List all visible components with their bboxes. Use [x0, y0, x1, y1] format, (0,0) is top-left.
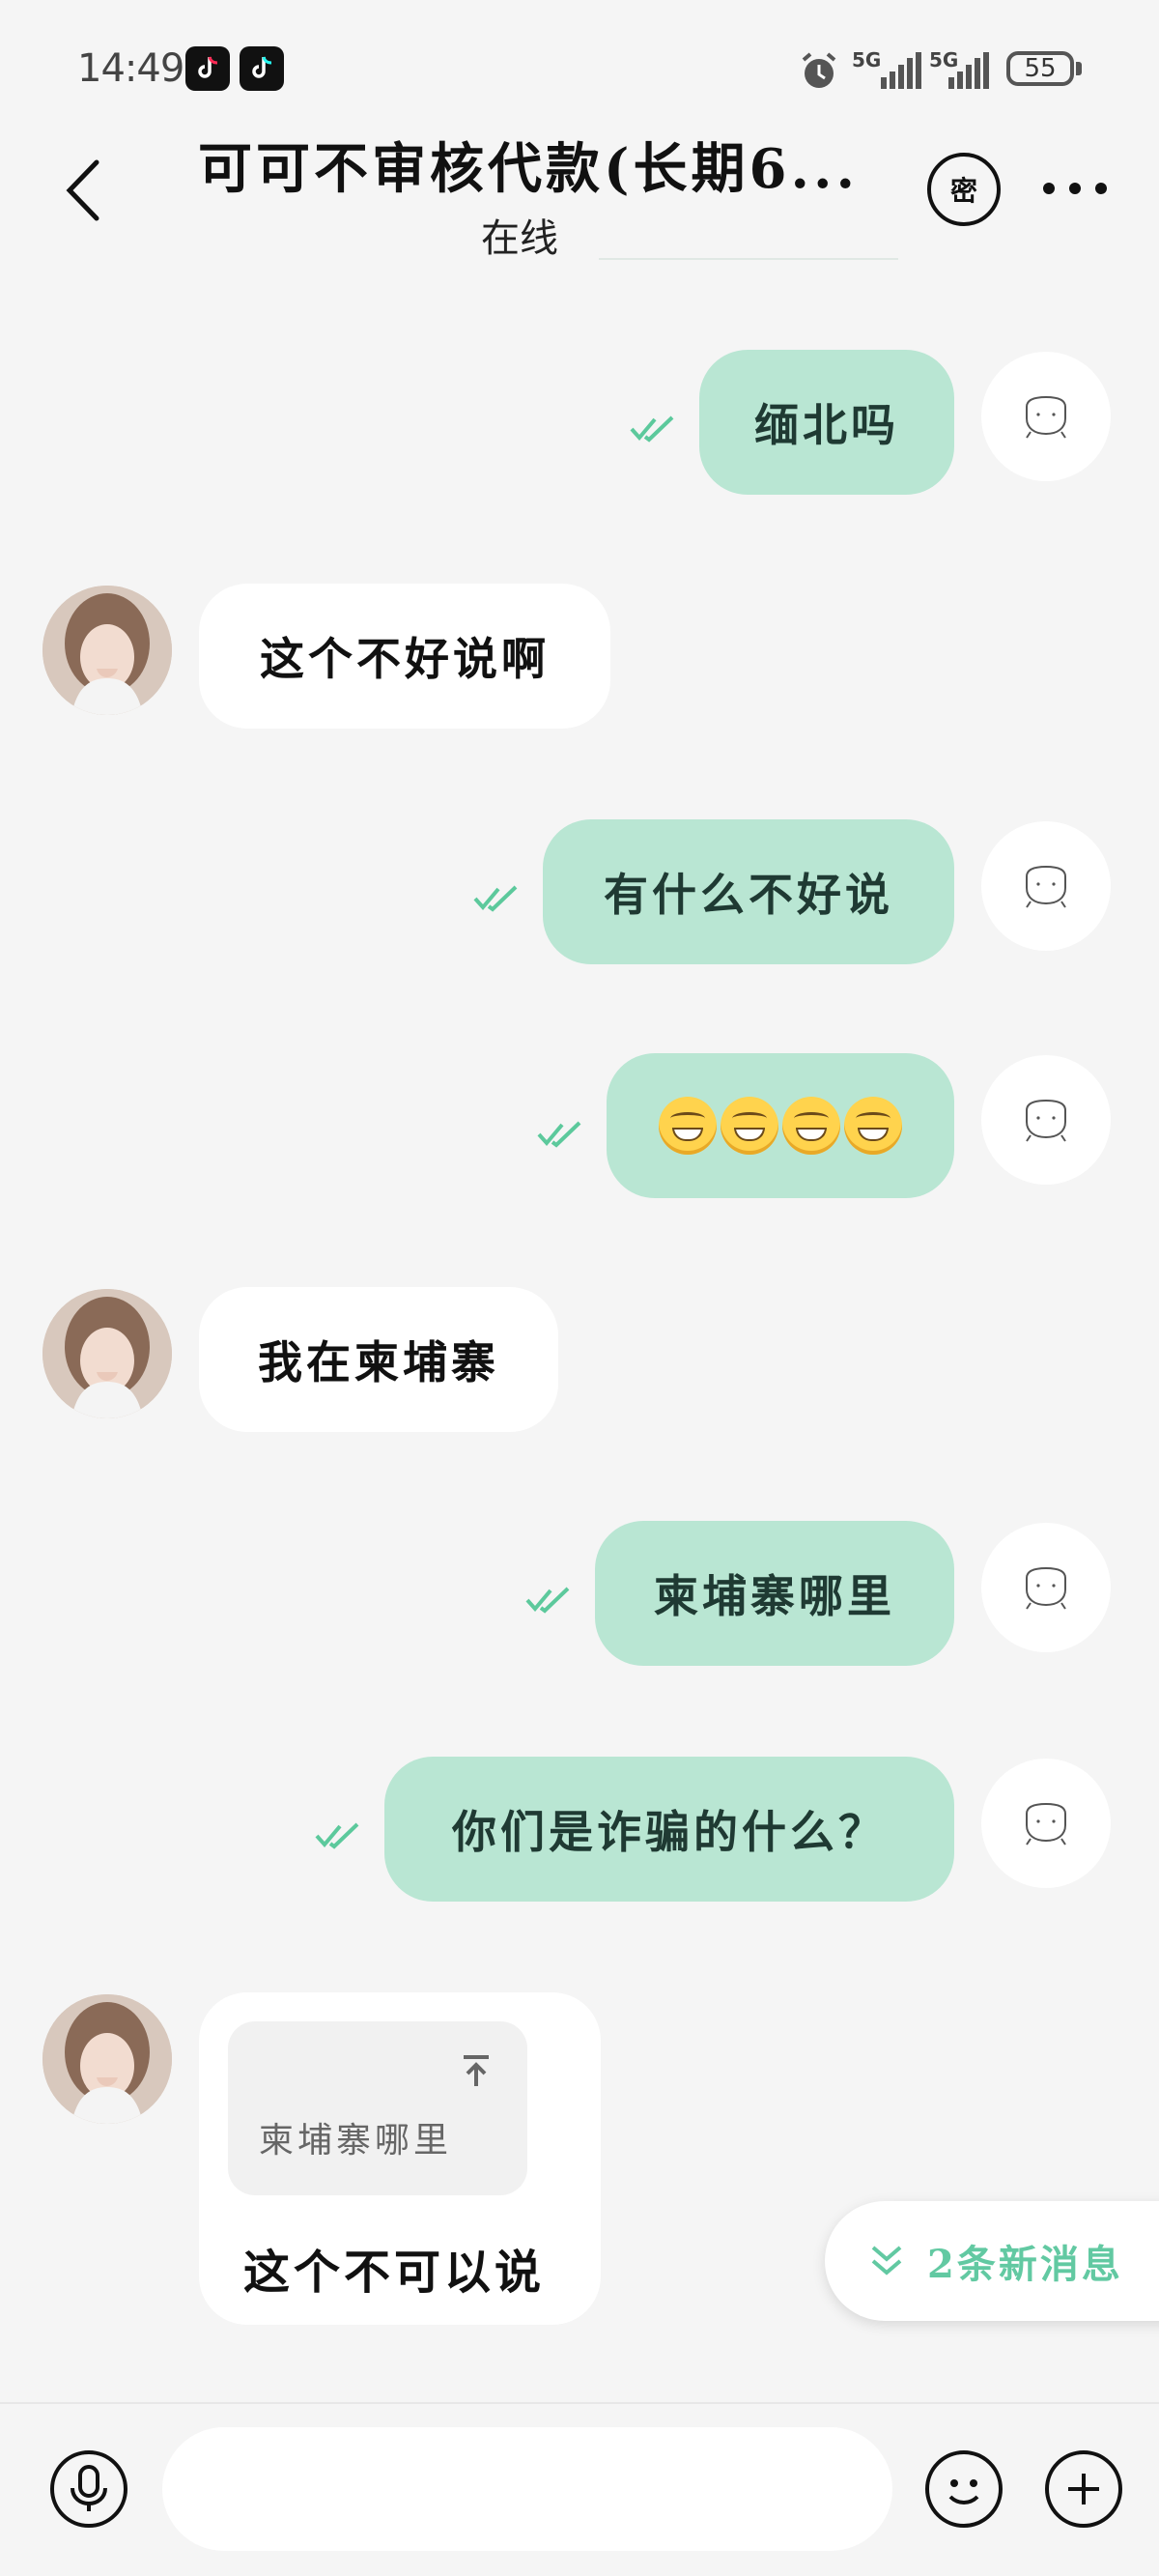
peer-avatar[interactable]: [42, 1994, 172, 2124]
self-avatar[interactable]: [981, 352, 1111, 481]
message-bubble-outgoing[interactable]: 柬埔寨哪里: [595, 1521, 954, 1666]
header-divider: [599, 258, 898, 260]
grinning-face-icon: [659, 1097, 717, 1155]
message-bubble-outgoing-emoji[interactable]: [607, 1053, 954, 1198]
battery-indicator: 55: [1006, 51, 1074, 86]
message-bubble-incoming[interactable]: 我在柬埔寨: [199, 1287, 558, 1432]
microphone-icon: [71, 2465, 107, 2511]
battery-tip: [1076, 62, 1082, 75]
quoted-message-text: 柬埔寨哪里: [259, 2121, 453, 2161]
grinning-face-icon: [844, 1097, 902, 1155]
self-avatar[interactable]: [981, 821, 1111, 951]
self-avatar[interactable]: [981, 1055, 1111, 1185]
dot: [1043, 183, 1055, 194]
status-time: 14:49: [77, 46, 184, 91]
read-ticks-icon: [630, 414, 676, 444]
peer-avatar[interactable]: [42, 586, 172, 715]
message-input[interactable]: [162, 2427, 892, 2551]
more-options-button[interactable]: [1043, 174, 1107, 203]
online-status: 在线: [481, 216, 558, 261]
read-ticks-icon: [473, 883, 520, 914]
add-attachment-button[interactable]: [1045, 2450, 1122, 2528]
alarm-icon: [798, 50, 840, 97]
grinning-face-icon: [782, 1097, 840, 1155]
emoji-button[interactable]: [925, 2450, 1003, 2528]
self-avatar[interactable]: [981, 1523, 1111, 1652]
network-type-1: 5G: [852, 48, 882, 72]
douyin-lite-icon: [185, 46, 230, 91]
message-bubble-outgoing[interactable]: 缅北吗: [699, 350, 954, 495]
message-bubble-outgoing[interactable]: 你们是诈骗的什么？: [384, 1757, 954, 1902]
back-button[interactable]: [58, 155, 112, 226]
self-avatar[interactable]: [981, 1759, 1111, 1888]
smiley-icon: [948, 2479, 979, 2504]
read-ticks-icon: [315, 1820, 361, 1851]
reply-message-text: 这个不可以说: [243, 2246, 546, 2300]
message-bubble-outgoing[interactable]: 有什么不好说: [543, 819, 954, 964]
secret-chat-button[interactable]: 密: [927, 153, 1001, 226]
douyin-icon: [240, 46, 284, 91]
jump-to-top-icon[interactable]: [460, 2054, 493, 2093]
grinning-face-icon: [721, 1097, 778, 1155]
signal-bars-1-icon: [881, 52, 924, 89]
quoted-message-card[interactable]: [228, 2021, 527, 2195]
peer-avatar[interactable]: [42, 1289, 172, 1418]
secret-chat-label: 密: [949, 175, 977, 207]
voice-input-button[interactable]: [50, 2450, 127, 2528]
chat-title: 可可不审核代款(长期6...: [198, 137, 859, 201]
dot: [1095, 183, 1107, 194]
new-messages-button[interactable]: 2条新消息: [825, 2201, 1159, 2321]
message-bubble-incoming[interactable]: 这个不好说啊: [199, 584, 610, 729]
read-ticks-icon: [537, 1119, 583, 1150]
read-ticks-icon: [525, 1585, 572, 1616]
double-chevron-down-icon: [871, 2246, 902, 2275]
signal-bars-2-icon: [948, 52, 992, 89]
new-messages-label: 2条新消息: [927, 2242, 1123, 2287]
dot: [1069, 183, 1081, 194]
plus-icon: [1068, 2474, 1099, 2504]
